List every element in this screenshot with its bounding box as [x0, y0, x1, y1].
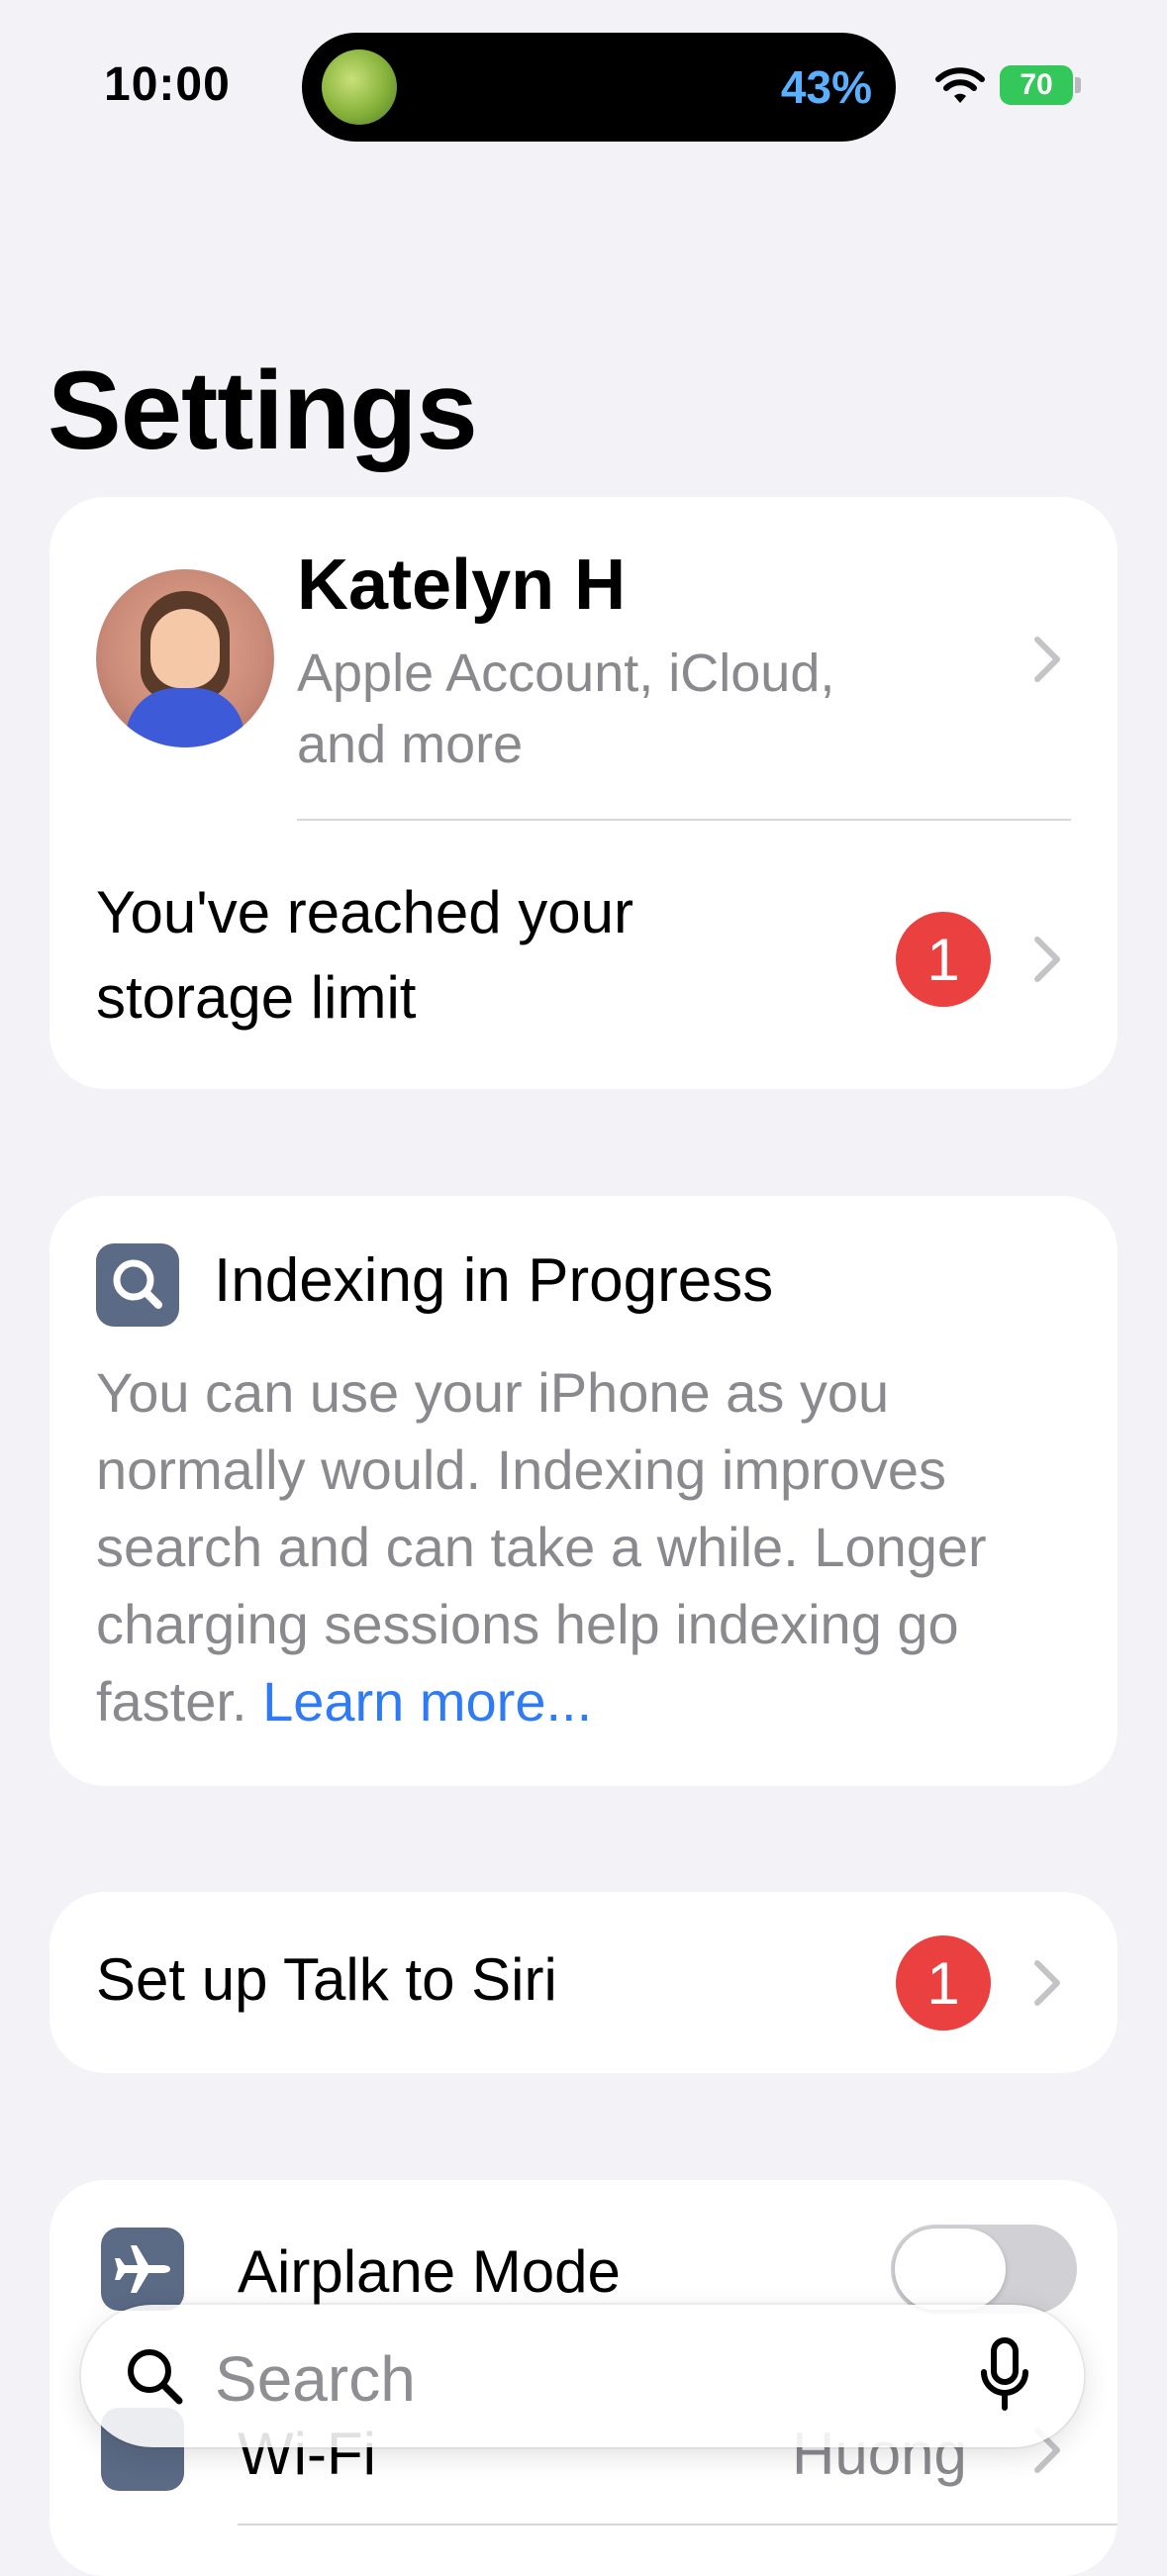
account-subtitle: Apple Account, iCloud, and more: [297, 644, 835, 774]
airplane-mode-toggle[interactable]: [891, 2225, 1077, 2314]
app-activity-icon: [322, 50, 397, 125]
battery-level: 70: [1020, 68, 1053, 101]
chevron-right-icon: [1034, 637, 1060, 682]
account-name: Katelyn H: [297, 545, 627, 625]
page-title: Settings: [48, 348, 478, 472]
divider: [238, 2524, 1118, 2526]
avatar: [96, 569, 274, 747]
microphone-icon[interactable]: [977, 2336, 1032, 2416]
battery-cap: [1075, 77, 1081, 93]
account-row[interactable]: Katelyn H Apple Account, iCloud, and mor…: [49, 497, 1118, 820]
chevron-right-icon: [1034, 937, 1060, 982]
siri-label: Set up Talk to Siri: [96, 1946, 557, 2013]
notification-badge: 1: [896, 1935, 991, 2031]
indexing-card: Indexing in Progress You can use your iP…: [49, 1196, 1118, 1786]
notification-badge: 1: [896, 912, 991, 1007]
airplane-icon: [101, 2228, 184, 2311]
chevron-right-icon: [1034, 1960, 1060, 2006]
search-input[interactable]: Search: [215, 2342, 416, 2416]
search-bar[interactable]: Search: [81, 2305, 1084, 2447]
wifi-icon: [935, 67, 985, 103]
search-icon: [128, 2349, 183, 2405]
storage-alert-row[interactable]: You've reached your storage limit 1: [49, 821, 1118, 1089]
activity-percent: 43%: [780, 61, 872, 113]
status-time: 10:00: [104, 58, 231, 111]
search-icon: [96, 1243, 179, 1327]
indexing-body: You can use your iPhone as you normally …: [96, 1354, 1086, 1740]
storage-alert-label: You've reached your storage limit: [96, 879, 633, 1031]
indexing-title: Indexing in Progress: [214, 1246, 774, 1315]
battery-charging-icon: 70: [1000, 65, 1073, 105]
dynamic-island[interactable]: 43%: [302, 33, 896, 142]
learn-more-link[interactable]: Learn more...: [262, 1670, 592, 1733]
airplane-mode-label: Airplane Mode: [238, 2238, 621, 2305]
toggle-knob: [895, 2229, 1006, 2310]
siri-card[interactable]: Set up Talk to Siri 1: [49, 1892, 1118, 2073]
account-card: Katelyn H Apple Account, iCloud, and mor…: [49, 497, 1118, 1089]
